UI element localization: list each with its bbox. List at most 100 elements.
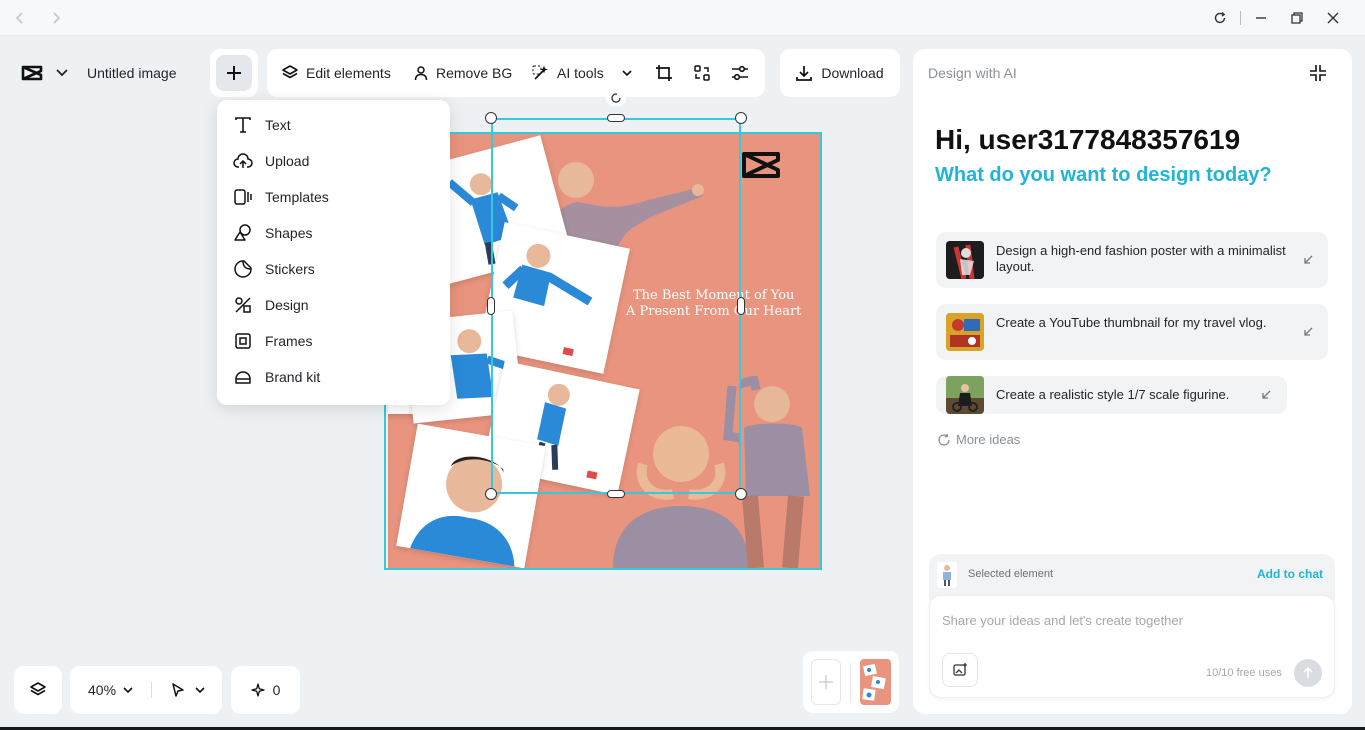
attach-image-button[interactable] bbox=[942, 653, 978, 687]
menu-item-shapes[interactable]: Shapes bbox=[233, 215, 433, 251]
more-ideas-button[interactable]: More ideas bbox=[937, 432, 1020, 447]
selection-box[interactable] bbox=[491, 118, 741, 494]
collapse-icon[interactable] bbox=[1308, 63, 1328, 83]
restore-icon[interactable] bbox=[1285, 6, 1309, 30]
magic-wand-icon bbox=[532, 65, 548, 80]
layers-icon bbox=[282, 65, 298, 79]
back-icon[interactable] bbox=[8, 6, 32, 30]
frame-icon bbox=[235, 333, 251, 349]
menu-item-label: Design bbox=[265, 297, 309, 313]
adjust-button[interactable] bbox=[731, 49, 749, 97]
download-button[interactable]: Download bbox=[780, 49, 900, 97]
pointer-tool-dropdown[interactable] bbox=[170, 682, 206, 698]
document-title[interactable]: Untitled image bbox=[87, 65, 177, 81]
add-panel bbox=[210, 49, 258, 97]
menu-item-upload[interactable]: Upload bbox=[233, 143, 433, 179]
chevron-down-icon bbox=[622, 70, 632, 77]
divider bbox=[151, 682, 152, 698]
ai-credits-button[interactable]: 0 bbox=[231, 666, 300, 714]
greeting-subtitle: What do you want to design today? bbox=[935, 164, 1272, 186]
resize-handle-left[interactable] bbox=[487, 297, 495, 315]
titlebar-divider bbox=[1240, 11, 1241, 25]
design-icon bbox=[235, 297, 251, 313]
remove-bg-button[interactable]: Remove BG bbox=[413, 49, 512, 97]
resize-handle-bottom-left[interactable] bbox=[485, 488, 497, 500]
resize-handle-top-right[interactable] bbox=[735, 112, 747, 124]
send-button[interactable] bbox=[1294, 659, 1322, 687]
menu-item-label: Brand kit bbox=[265, 369, 321, 385]
image-add-icon bbox=[953, 663, 967, 676]
add-page-button[interactable] bbox=[811, 659, 841, 705]
add-to-chat-button[interactable]: Add to chat bbox=[1257, 567, 1323, 581]
flip-button[interactable] bbox=[693, 49, 711, 97]
resize-handle-right[interactable] bbox=[737, 297, 745, 315]
idea-suggestion[interactable]: Design a high-end fashion poster with a … bbox=[936, 232, 1328, 288]
edit-elements-label: Edit elements bbox=[306, 65, 391, 81]
more-ideas-label: More ideas bbox=[956, 432, 1021, 447]
design-with-ai-panel: Design with AI Hi, user3177848357619 Wha… bbox=[913, 49, 1352, 714]
zoom-value: 40% bbox=[88, 682, 117, 698]
chat-input-box: Share your ideas and let's create togeth… bbox=[929, 595, 1335, 698]
idea-suggestion[interactable]: Create a realistic style 1/7 scale figur… bbox=[936, 376, 1287, 414]
idea-text: Create a YouTube thumbnail for my travel… bbox=[996, 315, 1267, 330]
selected-element-label: Selected element bbox=[968, 568, 1053, 580]
menu-item-frames[interactable]: Frames bbox=[233, 323, 433, 359]
resize-handle-bottom-right[interactable] bbox=[735, 488, 747, 500]
edit-toolbar: Edit elements Remove BG AI tools bbox=[267, 49, 765, 97]
menu-item-text[interactable]: Text bbox=[233, 107, 433, 143]
idea-thumbnail bbox=[946, 241, 984, 279]
page-thumbnail[interactable] bbox=[860, 659, 891, 705]
chevron-down-icon bbox=[195, 687, 205, 694]
shapes-icon bbox=[234, 224, 251, 241]
idea-text: Create a realistic style 1/7 scale figur… bbox=[996, 387, 1230, 402]
chat-input[interactable]: Share your ideas and let's create togeth… bbox=[942, 613, 1183, 628]
forward-icon[interactable] bbox=[44, 6, 68, 30]
download-icon bbox=[796, 66, 813, 81]
menu-item-label: Frames bbox=[265, 333, 313, 349]
divider bbox=[850, 663, 851, 701]
templates-icon bbox=[234, 189, 252, 205]
add-menu: Text Upload Templates Shapes Stickers De… bbox=[217, 100, 450, 405]
menu-item-design[interactable]: Design bbox=[233, 287, 433, 323]
brand-kit-icon bbox=[235, 371, 251, 384]
menu-item-label: Upload bbox=[265, 153, 310, 169]
title-bar bbox=[0, 0, 1365, 36]
menu-item-stickers[interactable]: Stickers bbox=[233, 251, 433, 287]
plus-icon bbox=[819, 675, 833, 689]
add-button[interactable] bbox=[216, 55, 252, 91]
zoom-dropdown[interactable]: 40% bbox=[88, 682, 134, 698]
text-icon bbox=[235, 117, 251, 133]
close-icon[interactable] bbox=[1321, 6, 1345, 30]
menu-item-label: Shapes bbox=[265, 225, 313, 241]
layers-button[interactable] bbox=[14, 666, 62, 714]
insert-arrow-icon bbox=[1304, 327, 1313, 336]
free-uses-counter: 10/10 free uses bbox=[1206, 667, 1282, 679]
resize-handle-top-left[interactable] bbox=[485, 112, 497, 124]
idea-suggestion[interactable]: Create a YouTube thumbnail for my travel… bbox=[936, 304, 1328, 360]
insert-arrow-icon bbox=[1304, 255, 1313, 264]
menu-item-label: Templates bbox=[265, 189, 329, 205]
sticker-icon bbox=[234, 260, 252, 278]
chevron-down-icon[interactable] bbox=[54, 64, 70, 80]
idea-thumbnail bbox=[946, 313, 984, 351]
sparkle-icon bbox=[250, 683, 265, 697]
menu-item-templates[interactable]: Templates bbox=[233, 179, 433, 215]
sliders-icon bbox=[732, 65, 748, 81]
menu-item-brand-kit[interactable]: Brand kit bbox=[233, 359, 433, 395]
capcut-logo-icon[interactable] bbox=[20, 60, 46, 86]
insert-arrow-icon bbox=[1262, 390, 1271, 399]
edit-elements-button[interactable]: Edit elements bbox=[281, 49, 391, 97]
resize-handle-bottom[interactable] bbox=[607, 490, 625, 498]
arrow-up-icon bbox=[1303, 667, 1313, 678]
idea-text: Design a high-end fashion poster with a … bbox=[996, 243, 1286, 274]
refresh-icon bbox=[938, 433, 950, 446]
resize-handle-top[interactable] bbox=[607, 114, 625, 122]
crop-button[interactable] bbox=[655, 49, 673, 97]
minimize-icon[interactable] bbox=[1249, 6, 1273, 30]
menu-item-label: Stickers bbox=[265, 261, 315, 277]
download-label: Download bbox=[821, 65, 884, 81]
refresh-icon[interactable] bbox=[1208, 6, 1232, 30]
flip-icon bbox=[694, 65, 710, 81]
rotate-handle[interactable] bbox=[606, 90, 626, 106]
greeting: Hi, user3177848357619 bbox=[935, 124, 1241, 155]
